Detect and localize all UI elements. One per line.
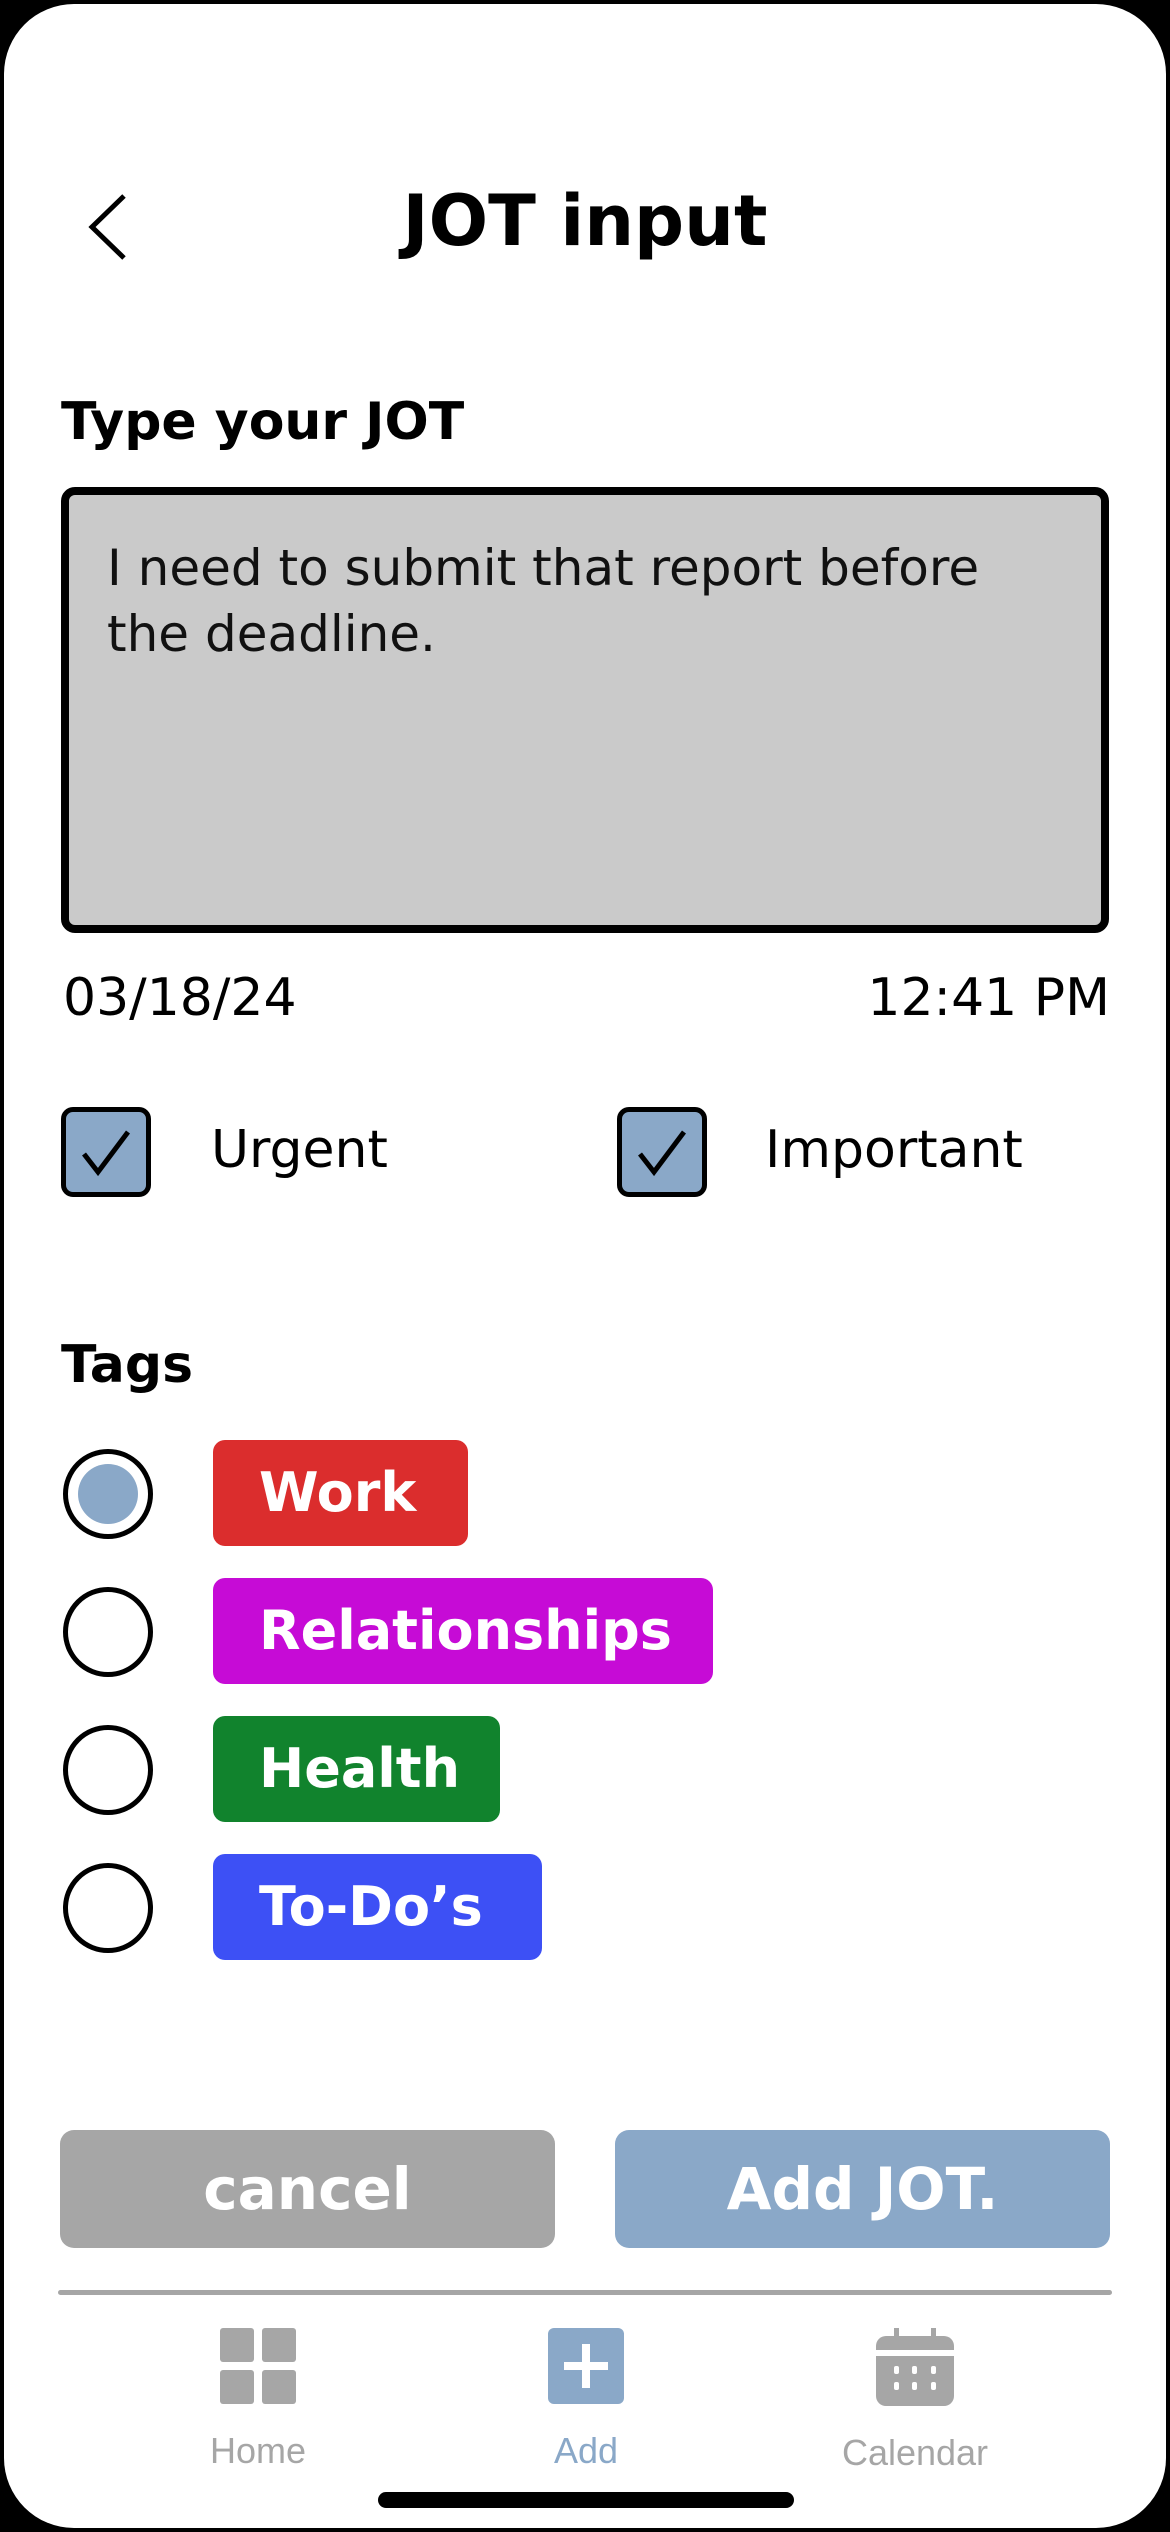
nav-home-label: Home bbox=[209, 2430, 307, 2471]
tag-todos[interactable]: To-Do’s bbox=[213, 1854, 542, 1960]
nav-home[interactable]: Home bbox=[138, 2328, 378, 2472]
tag-health[interactable]: Health bbox=[213, 1716, 500, 1822]
jot-date: 03/18/24 bbox=[63, 968, 297, 1028]
radio-selected-dot bbox=[78, 1464, 138, 1524]
important-checkbox[interactable] bbox=[617, 1107, 707, 1197]
nav-add[interactable]: Add bbox=[466, 2328, 706, 2472]
important-label: Important bbox=[765, 1120, 1023, 1180]
urgent-label: Urgent bbox=[211, 1120, 388, 1180]
checkmark-icon bbox=[82, 1130, 130, 1177]
nav-add-label: Add bbox=[553, 2430, 619, 2471]
jot-textarea[interactable]: I need to submit that report before the … bbox=[61, 487, 1109, 933]
tags-label: Tags bbox=[61, 1335, 194, 1395]
page-title: JOT input bbox=[402, 180, 768, 262]
nav-calendar-label: Calendar bbox=[841, 2432, 989, 2473]
calendar-icon bbox=[876, 2328, 954, 2406]
jot-label: Type your JOT bbox=[61, 392, 465, 452]
plus-square-icon bbox=[548, 2328, 624, 2404]
add-jot-button[interactable]: Add JOT. bbox=[615, 2130, 1110, 2248]
jot-time: 12:41 PM bbox=[867, 968, 1110, 1028]
nav-calendar[interactable]: Calendar bbox=[795, 2328, 1035, 2474]
tag-relationships[interactable]: Relationships bbox=[213, 1578, 713, 1684]
grid-icon bbox=[220, 2328, 296, 2404]
jot-text: I need to submit that report before the … bbox=[107, 539, 980, 663]
tag-radio-relationships[interactable] bbox=[63, 1587, 153, 1677]
urgent-checkbox[interactable] bbox=[61, 1107, 151, 1197]
tag-radio-todos[interactable] bbox=[63, 1863, 153, 1953]
tag-work[interactable]: Work bbox=[213, 1440, 468, 1546]
checkmark-icon bbox=[638, 1130, 686, 1177]
tag-radio-health[interactable] bbox=[63, 1725, 153, 1815]
home-indicator[interactable] bbox=[378, 2492, 794, 2508]
divider bbox=[58, 2290, 1112, 2295]
tag-radio-work[interactable] bbox=[63, 1449, 153, 1539]
cancel-button[interactable]: cancel bbox=[60, 2130, 555, 2248]
